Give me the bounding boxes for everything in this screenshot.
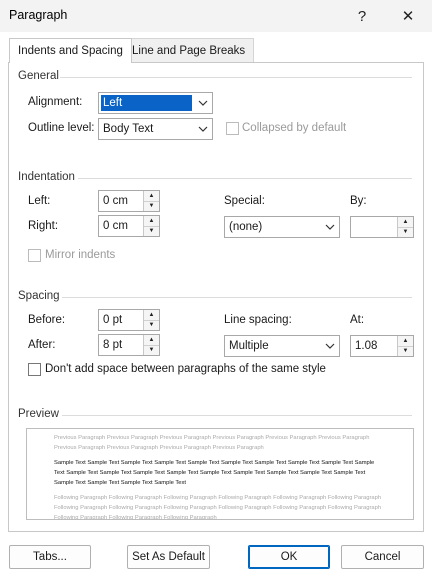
chevron-down-icon — [321, 217, 339, 237]
spinner-arrows-icon[interactable]: ▲ ▼ — [143, 191, 159, 211]
spacing-before-label: Before: — [28, 314, 66, 326]
indent-right-value: 0 cm — [103, 220, 128, 232]
alignment-value: Left — [101, 95, 192, 111]
preview-sample-text: Sample Text Sample Text Sample Text Samp… — [54, 460, 375, 486]
set-as-default-button[interactable]: Set As Default — [127, 545, 210, 569]
line-spacing-dropdown[interactable]: Multiple — [224, 335, 340, 357]
cancel-button[interactable]: Cancel — [341, 545, 424, 569]
preview-following-paragraph: Following Paragraph Following Paragraph … — [54, 495, 382, 520]
preview-divider — [62, 415, 412, 416]
indent-right-input[interactable]: 0 cm ▲ ▼ — [98, 215, 160, 237]
indent-left-label: Left: — [28, 195, 51, 207]
outline-level-label: Outline level: — [28, 122, 95, 134]
indent-left-value: 0 cm — [103, 195, 128, 207]
spinner-arrows-icon[interactable]: ▲ ▼ — [143, 216, 159, 236]
dont-add-space-checkbox[interactable] — [28, 363, 41, 376]
indent-left-input[interactable]: 0 cm ▲ ▼ — [98, 190, 160, 212]
spacing-after-input[interactable]: 8 pt ▲ ▼ — [98, 334, 160, 356]
indentation-heading: Indentation — [18, 171, 75, 183]
tab-line-and-page-breaks[interactable]: Line and Page Breaks — [123, 38, 255, 63]
outline-level-value: Body Text — [103, 123, 154, 135]
mirror-indents-label: Mirror indents — [45, 249, 116, 261]
spacing-after-label: After: — [28, 339, 56, 351]
outline-level-dropdown[interactable]: Body Text — [98, 118, 213, 140]
collapsed-by-default-label: Collapsed by default — [242, 122, 347, 134]
general-divider — [60, 77, 412, 78]
spacing-divider — [62, 297, 412, 298]
spinner-arrows-icon[interactable]: ▲ ▼ — [397, 336, 413, 356]
special-dropdown[interactable]: (none) — [224, 216, 340, 238]
collapsed-by-default-checkbox[interactable] — [226, 122, 239, 135]
by-label: By: — [350, 195, 367, 207]
special-value: (none) — [229, 221, 263, 233]
spacing-before-value: 0 pt — [103, 314, 123, 326]
chevron-down-icon — [321, 336, 339, 356]
spinner-arrows-icon[interactable]: ▲ ▼ — [143, 335, 159, 355]
help-icon: ? — [357, 7, 367, 25]
general-heading: General — [18, 70, 59, 82]
spinner-arrows-icon[interactable]: ▲ ▼ — [143, 310, 159, 330]
line-spacing-value: Multiple — [229, 340, 269, 352]
close-icon: ✕ — [401, 8, 415, 25]
preview-previous-paragraph: Previous Paragraph Previous Paragraph Pr… — [54, 435, 370, 451]
spacing-heading: Spacing — [18, 290, 60, 302]
alignment-label: Alignment: — [28, 96, 83, 108]
at-input[interactable]: 1.08 ▲ ▼ — [350, 335, 414, 357]
spinner-arrows-icon[interactable]: ▲ ▼ — [397, 217, 413, 237]
preview-heading: Preview — [18, 408, 59, 420]
help-button[interactable]: ? — [343, 0, 381, 32]
line-spacing-label: Line spacing: — [224, 314, 292, 326]
indent-right-label: Right: — [28, 220, 59, 232]
tabs-button[interactable]: Tabs... — [9, 545, 91, 569]
close-button[interactable]: ✕ — [389, 0, 427, 32]
mirror-indents-checkbox[interactable] — [28, 249, 41, 262]
preview-box: Previous Paragraph Previous Paragraph Pr… — [26, 428, 414, 520]
at-value: 1.08 — [355, 340, 378, 352]
window-title: Paragraph — [9, 8, 68, 22]
by-input[interactable]: ▲ ▼ — [350, 216, 414, 238]
indentation-divider — [78, 178, 412, 179]
ok-button[interactable]: OK — [248, 545, 330, 569]
tab-indents-and-spacing[interactable]: Indents and Spacing — [9, 38, 132, 63]
alignment-dropdown[interactable]: Left — [98, 92, 213, 114]
spacing-after-value: 8 pt — [103, 339, 123, 351]
at-label: At: — [350, 314, 365, 326]
special-label: Special: — [224, 195, 265, 207]
chevron-down-icon — [194, 119, 212, 139]
spacing-before-input[interactable]: 0 pt ▲ ▼ — [98, 309, 160, 331]
chevron-down-icon — [194, 93, 212, 113]
dont-add-space-label: Don't add space between paragraphs of th… — [45, 363, 326, 375]
